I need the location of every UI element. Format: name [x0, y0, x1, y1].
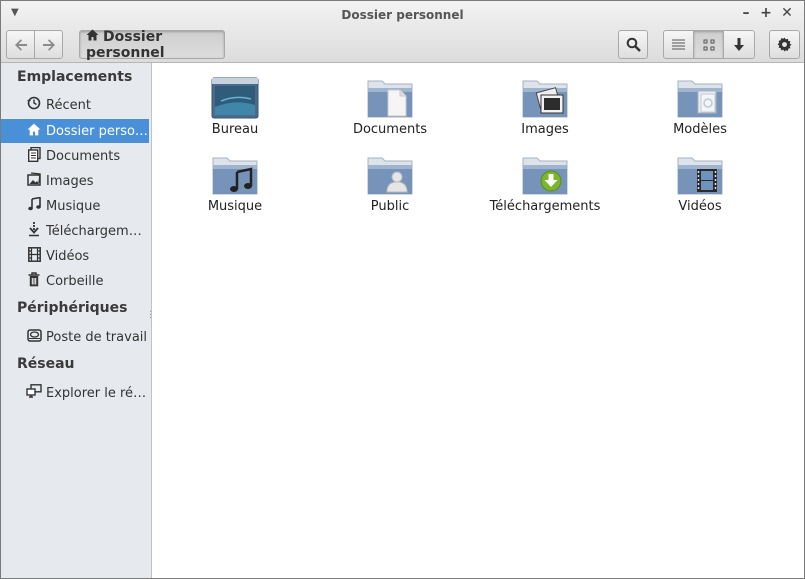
sidebar-item-label: Vidéos: [46, 248, 90, 264]
file-label: Images: [521, 122, 569, 137]
folder-item-videos[interactable]: Vidéos: [625, 154, 775, 214]
title-bar[interactable]: ▼ Dossier personnel – + ✕: [1, 1, 804, 29]
file-label: Modèles: [673, 122, 727, 137]
sidebar-item-label: Téléchargeme…: [46, 223, 149, 239]
network-icon: [25, 384, 43, 402]
maximize-button[interactable]: +: [758, 5, 774, 21]
download-icon: [25, 221, 43, 241]
minimize-button[interactable]: –: [738, 5, 754, 21]
sidebar-item-videos[interactable]: Vidéos: [1, 244, 149, 268]
close-button[interactable]: ✕: [779, 5, 795, 21]
folder-item-public[interactable]: Public: [315, 154, 465, 214]
folder-item-desktop[interactable]: Bureau: [160, 77, 310, 137]
section-title-places: Emplacements: [17, 69, 133, 85]
sidebar-item-images[interactable]: Images: [1, 169, 149, 193]
file-label: Bureau: [211, 122, 259, 137]
home-icon: [25, 123, 43, 140]
sidebar-item-home[interactable]: Dossier person…: [1, 119, 149, 143]
file-label: Téléchargements: [489, 199, 601, 214]
window-title: Dossier personnel: [341, 8, 464, 22]
music-folder-icon: [212, 157, 258, 195]
gear-icon: [777, 37, 792, 52]
documents-icon: [25, 146, 43, 166]
sidebar: Emplacements Récent Dossier person… Docu…: [1, 63, 152, 578]
desktop-folder-icon: [211, 77, 259, 119]
list-view-button[interactable]: [663, 30, 694, 59]
toolbar: Dossier personnel: [1, 29, 804, 63]
film-icon: [25, 246, 43, 266]
section-title-devices: Périphériques: [17, 300, 128, 316]
forward-button[interactable]: [34, 30, 63, 59]
sidebar-item-label: Corbeille: [46, 273, 104, 289]
file-label: Public: [370, 199, 410, 214]
sidebar-item-label: Dossier person…: [46, 123, 149, 139]
public-folder-icon: [367, 157, 413, 195]
download-icon: [734, 37, 744, 51]
sidebar-item-label: Documents: [46, 148, 121, 164]
images-folder-icon: [522, 80, 568, 118]
list-view-icon: [672, 39, 685, 50]
sidebar-item-browse-network[interactable]: Explorer le rés…: [1, 381, 149, 405]
folder-item-documents[interactable]: Documents: [315, 77, 465, 137]
sidebar-item-label: Explorer le rés…: [46, 385, 149, 401]
videos-folder-icon: [677, 157, 723, 195]
folder-item-images[interactable]: Images: [470, 77, 620, 137]
drive-icon: [25, 328, 43, 346]
sidebar-item-music[interactable]: Musique: [1, 194, 149, 218]
templates-folder-icon: [677, 80, 723, 118]
grid-view-button[interactable]: [693, 30, 724, 59]
search-icon: [626, 37, 641, 52]
search-button[interactable]: [618, 30, 648, 59]
download-view-button[interactable]: [723, 30, 755, 59]
documents-folder-icon: [367, 80, 413, 118]
back-button[interactable]: [6, 30, 35, 59]
music-icon: [25, 196, 43, 215]
clock-icon: [25, 96, 43, 114]
arrow-left-icon: [14, 38, 27, 51]
sidebar-item-recent[interactable]: Récent: [1, 93, 149, 117]
file-label: Musique: [207, 199, 263, 214]
sidebar-item-documents[interactable]: Documents: [1, 144, 149, 168]
sidebar-item-trash[interactable]: Corbeille: [1, 269, 149, 293]
home-icon: [86, 29, 99, 40]
folder-item-music[interactable]: Musique: [160, 154, 310, 214]
sidebar-item-label: Récent: [46, 97, 91, 113]
section-title-network: Réseau: [17, 356, 75, 372]
file-manager-window: ▼ Dossier personnel – + ✕ Dossier person…: [0, 0, 805, 579]
sidebar-item-downloads[interactable]: Téléchargeme…: [1, 219, 149, 243]
arrow-right-icon: [42, 38, 55, 51]
trash-icon: [25, 271, 43, 291]
images-icon: [25, 172, 43, 190]
sidebar-item-label: Musique: [46, 198, 101, 214]
breadcrumb-home[interactable]: Dossier personnel: [79, 29, 225, 61]
grid-view-icon: [703, 39, 714, 50]
sidebar-item-label: Images: [46, 173, 94, 189]
file-label: Documents: [352, 122, 428, 137]
folder-item-templates[interactable]: Modèles: [625, 77, 775, 137]
downloads-folder-icon: [522, 157, 568, 195]
settings-button[interactable]: [769, 30, 800, 59]
sidebar-item-label: Poste de travail: [46, 329, 148, 345]
sidebar-item-computer[interactable]: Poste de travail: [1, 325, 149, 349]
file-label: Vidéos: [678, 199, 722, 214]
file-view: Bureau Documents Images Modèles Musique …: [152, 63, 804, 578]
folder-item-downloads[interactable]: Téléchargements: [470, 154, 620, 214]
